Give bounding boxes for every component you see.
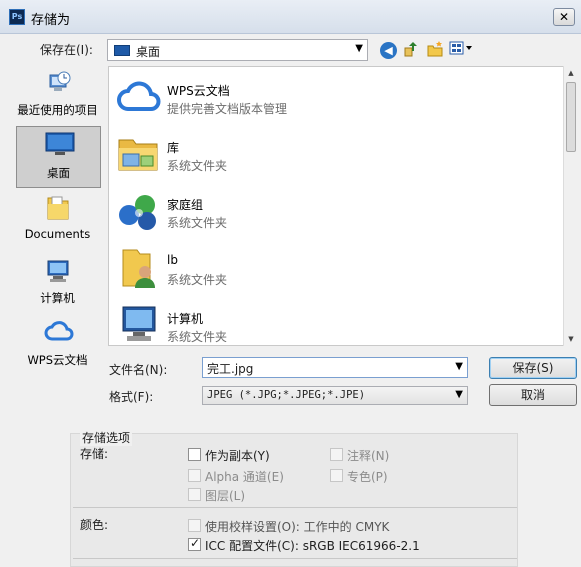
item-name: 库 (167, 141, 180, 155)
format-label: 格式(F): (109, 390, 154, 404)
computer-icon (115, 303, 161, 347)
chevron-down-icon: ▼ (355, 43, 363, 54)
save-in-value: 桌面 (136, 45, 161, 59)
computer-icon (44, 257, 72, 283)
options-divider (73, 558, 517, 559)
save-in-label: 保存在(I): (40, 43, 93, 57)
filename-label: 文件名(N): (109, 363, 168, 377)
save-in-dropdown[interactable]: 桌面 ▼ (107, 39, 368, 61)
options-divider (73, 507, 517, 508)
list-item[interactable]: lb 系统文件夹 (109, 240, 549, 296)
desktop-icon (45, 131, 74, 157)
up-folder-icon[interactable] (401, 40, 421, 60)
navigation-toolbar: ◀ (380, 39, 473, 61)
chevron-down-icon: ▼ (455, 389, 463, 400)
list-item[interactable]: WPS云文档 提供完善文档版本管理 (109, 69, 549, 125)
place-computer-label: 计算机 (40, 291, 75, 305)
user-folder-icon (115, 246, 161, 290)
place-wps-cloud-label: WPS云文档 (27, 353, 88, 367)
place-wps-cloud[interactable]: WPS云文档 (9, 315, 106, 377)
place-computer[interactable]: 计算机 (9, 253, 106, 315)
proof-setup-label: 使用校样设置(O): 工作中的 CMYK (205, 520, 390, 534)
view-menu-icon[interactable] (449, 40, 473, 60)
library-folder-icon (115, 132, 161, 176)
alpha-channel-checkbox[interactable] (188, 469, 201, 482)
desktop-icon (114, 45, 130, 56)
store-label: 存储: (80, 447, 109, 461)
cloud-icon (115, 75, 161, 119)
place-desktop[interactable]: 桌面 (16, 126, 101, 188)
format-value: JPEG (*.JPG;*.JPEG;*.JPE) (207, 389, 366, 401)
item-name: lb (167, 253, 178, 267)
item-description: 提供完善文档版本管理 (167, 102, 288, 116)
item-description: 系统文件夹 (167, 216, 228, 230)
item-description: 系统文件夹 (167, 159, 228, 173)
close-button[interactable]: ✕ (553, 8, 575, 26)
place-documents-label: Documents (24, 227, 91, 241)
back-icon[interactable]: ◀ (380, 41, 397, 59)
layers-checkbox[interactable] (188, 488, 201, 501)
dialog-title: 存储为 (31, 13, 71, 28)
item-description: 系统文件夹 (167, 273, 228, 287)
format-dropdown[interactable]: JPEG (*.JPG;*.JPEG;*.JPE) ▼ (202, 386, 468, 405)
icc-profile-checkbox[interactable] (188, 536, 201, 551)
scroll-thumb[interactable] (566, 82, 576, 152)
scroll-up-icon[interactable]: ▲ (564, 66, 578, 80)
place-recent[interactable]: 最近使用的项目 (9, 65, 106, 127)
chevron-down-icon[interactable]: ▼ (455, 361, 463, 372)
spot-color-label: 专色(P) (347, 470, 388, 484)
save-options-panel: 存储: 作为副本(Y) 注释(N) Alpha 通道(E) 专色(P) 图层(L… (70, 433, 518, 567)
place-desktop-label: 桌面 (47, 166, 70, 180)
notes-label: 注释(N) (347, 449, 390, 463)
recent-icon (44, 69, 72, 95)
notes-checkbox[interactable] (330, 448, 343, 461)
photoshop-app-icon: Ps (9, 9, 25, 25)
as-copy-label: 作为副本(Y) (205, 449, 270, 463)
cloud-icon (44, 319, 73, 345)
item-name: WPS云文档 (167, 84, 230, 98)
alpha-channel-label: Alpha 通道(E) (205, 470, 284, 484)
item-description: 系统文件夹 (167, 330, 228, 344)
item-name: 计算机 (167, 312, 204, 326)
filename-value: 完工.jpg (207, 362, 254, 376)
filename-field[interactable]: 完工.jpg ▼ (202, 357, 468, 378)
layers-label: 图层(L) (205, 489, 246, 503)
save-button[interactable]: 保存(S) (489, 357, 577, 379)
list-item[interactable]: 库 系统文件夹 (109, 126, 549, 182)
item-name: 家庭组 (167, 198, 204, 212)
new-folder-icon[interactable] (425, 40, 445, 60)
save-options-title: 存储选项 (80, 429, 133, 446)
cancel-button[interactable]: 取消 (489, 384, 577, 406)
place-documents[interactable]: Documents (9, 190, 106, 252)
place-recent-label: 最近使用的项目 (17, 103, 98, 117)
file-list[interactable]: WPS云文档 提供完善文档版本管理 库 系统文件夹 家庭组 系统文件夹 lb 系… (108, 66, 564, 346)
color-label: 颜色: (80, 518, 109, 532)
as-copy-checkbox[interactable] (188, 448, 201, 461)
homegroup-icon (115, 189, 161, 233)
icc-profile-label: ICC 配置文件(C): sRGB IEC61966-2.1 (205, 539, 420, 553)
spot-color-checkbox[interactable] (330, 469, 343, 482)
title-bar: Ps 存储为 ✕ (0, 0, 581, 34)
places-bar: 最近使用的项目 桌面 Documents 计算机 WPS云文档 (9, 65, 106, 375)
list-item[interactable]: 计算机 系统文件夹 (109, 297, 549, 353)
file-list-scrollbar[interactable]: ▲ ▼ (563, 66, 578, 346)
list-item[interactable]: 家庭组 系统文件夹 (109, 183, 549, 239)
documents-folder-icon (44, 194, 72, 220)
scroll-down-icon[interactable]: ▼ (564, 332, 578, 346)
proof-setup-checkbox[interactable] (188, 519, 201, 532)
